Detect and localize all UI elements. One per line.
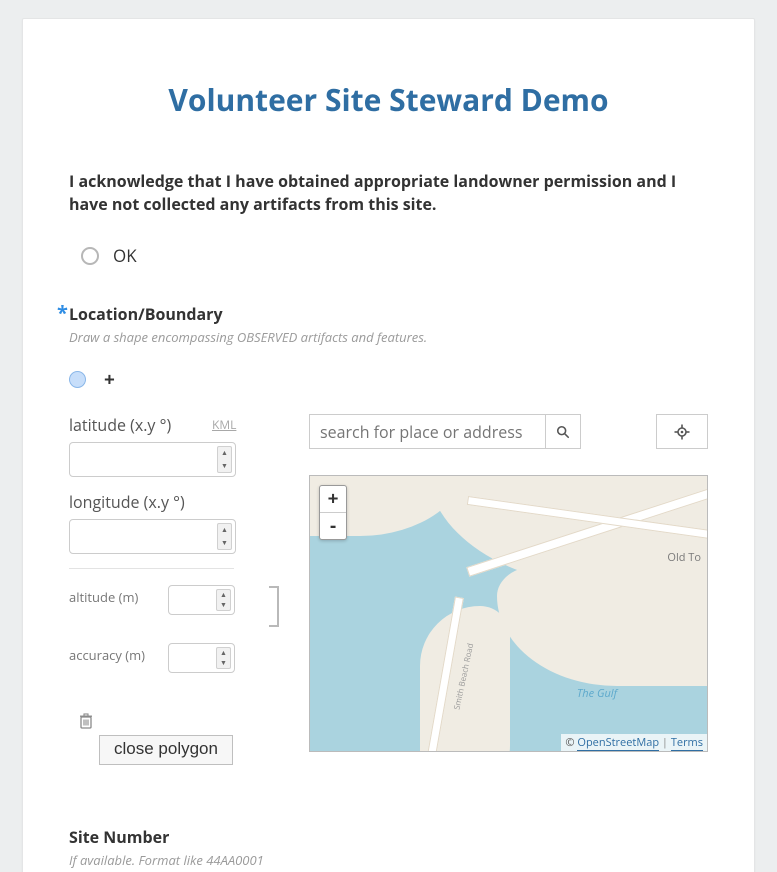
chevron-down-icon[interactable]: ▼ (218, 460, 231, 473)
divider (69, 568, 234, 569)
site-number-section: Site Number If available. Format like 44… (69, 826, 708, 872)
zoom-out-button[interactable]: - (320, 512, 346, 539)
map-area-label: Old To (667, 550, 701, 565)
stepper-icon[interactable]: ▲ ▼ (216, 589, 231, 611)
stepper-icon[interactable]: ▲ ▼ (216, 647, 231, 669)
osm-link[interactable]: OpenStreetMap (577, 735, 659, 751)
site-number-hint: If available. Format like 44AA0001 (69, 851, 708, 869)
radio-label: OK (113, 244, 137, 267)
geolocate-button[interactable] (656, 414, 708, 449)
trash-icon[interactable] (79, 712, 93, 728)
attribution-prefix: © (565, 735, 577, 750)
stepper-icon[interactable]: ▲ ▼ (217, 446, 232, 473)
chevron-up-icon[interactable]: ▲ (218, 447, 231, 460)
chevron-down-icon[interactable]: ▼ (217, 600, 230, 610)
form-card: Volunteer Site Steward Demo I acknowledg… (22, 18, 755, 872)
location-body: KML latitude (x.y °) ▲ ▼ longitude (x.y … (69, 414, 708, 784)
map-attribution: © OpenStreetMap | Terms (561, 734, 707, 751)
longitude-label: longitude (x.y °) (69, 491, 309, 513)
chevron-up-icon[interactable]: ▲ (218, 524, 231, 537)
search-box (309, 414, 581, 449)
map-search-row (309, 414, 708, 449)
acknowledgement-option[interactable]: OK (81, 244, 708, 267)
site-number-label: Site Number (69, 826, 708, 848)
accuracy-input[interactable]: ▲ ▼ (168, 643, 235, 673)
zoom-in-button[interactable]: + (320, 486, 346, 512)
map-column: Old To Smith Beach Road The Gulf + - © O… (309, 414, 708, 752)
acknowledgement-text: I acknowledge that I have obtained appro… (69, 170, 708, 216)
kml-link[interactable]: KML (212, 416, 236, 433)
accuracy-label: accuracy (m) (69, 646, 168, 664)
terms-link[interactable]: Terms (671, 735, 703, 751)
search-icon (556, 425, 570, 439)
page-title: Volunteer Site Steward Demo (69, 79, 708, 120)
place-search-input[interactable] (310, 415, 545, 448)
close-polygon-button[interactable]: close polygon (99, 735, 233, 765)
chevron-down-icon[interactable]: ▼ (217, 658, 230, 668)
attribution-separator: | (659, 735, 671, 750)
map-tiles: Old To Smith Beach Road The Gulf (310, 476, 707, 751)
search-button[interactable] (545, 415, 580, 448)
location-hint: Draw a shape encompassing OBSERVED artif… (69, 328, 708, 346)
location-section-header: * Location/Boundary Draw a shape encompa… (69, 303, 708, 346)
chevron-down-icon[interactable]: ▼ (218, 537, 231, 550)
altitude-input[interactable]: ▲ ▼ (168, 585, 235, 615)
page: Volunteer Site Steward Demo I acknowledg… (0, 0, 777, 872)
altitude-label: altitude (m) (69, 588, 168, 606)
latitude-label: latitude (x.y °) (69, 414, 309, 436)
required-star-icon: * (57, 299, 68, 326)
map[interactable]: Old To Smith Beach Road The Gulf + - © O… (309, 475, 708, 752)
zoom-control: + - (319, 485, 347, 540)
chevron-up-icon[interactable]: ▲ (217, 590, 230, 600)
radio-icon[interactable] (81, 247, 99, 265)
bracket-icon (269, 586, 279, 627)
point-marker-icon[interactable] (69, 371, 86, 388)
stepper-icon[interactable]: ▲ ▼ (217, 523, 232, 550)
chevron-up-icon[interactable]: ▲ (217, 648, 230, 658)
location-label: Location/Boundary (69, 303, 708, 325)
longitude-input[interactable]: ▲ ▼ (69, 519, 236, 554)
add-point-button[interactable]: + (104, 366, 115, 392)
point-list-row: + (69, 366, 708, 392)
map-water-label: The Gulf (577, 686, 617, 701)
polygon-actions: close polygon (69, 707, 309, 765)
latitude-input[interactable]: ▲ ▼ (69, 442, 236, 477)
crosshair-icon (674, 424, 690, 440)
accuracy-row: accuracy (m) ▲ ▼ (69, 637, 309, 673)
